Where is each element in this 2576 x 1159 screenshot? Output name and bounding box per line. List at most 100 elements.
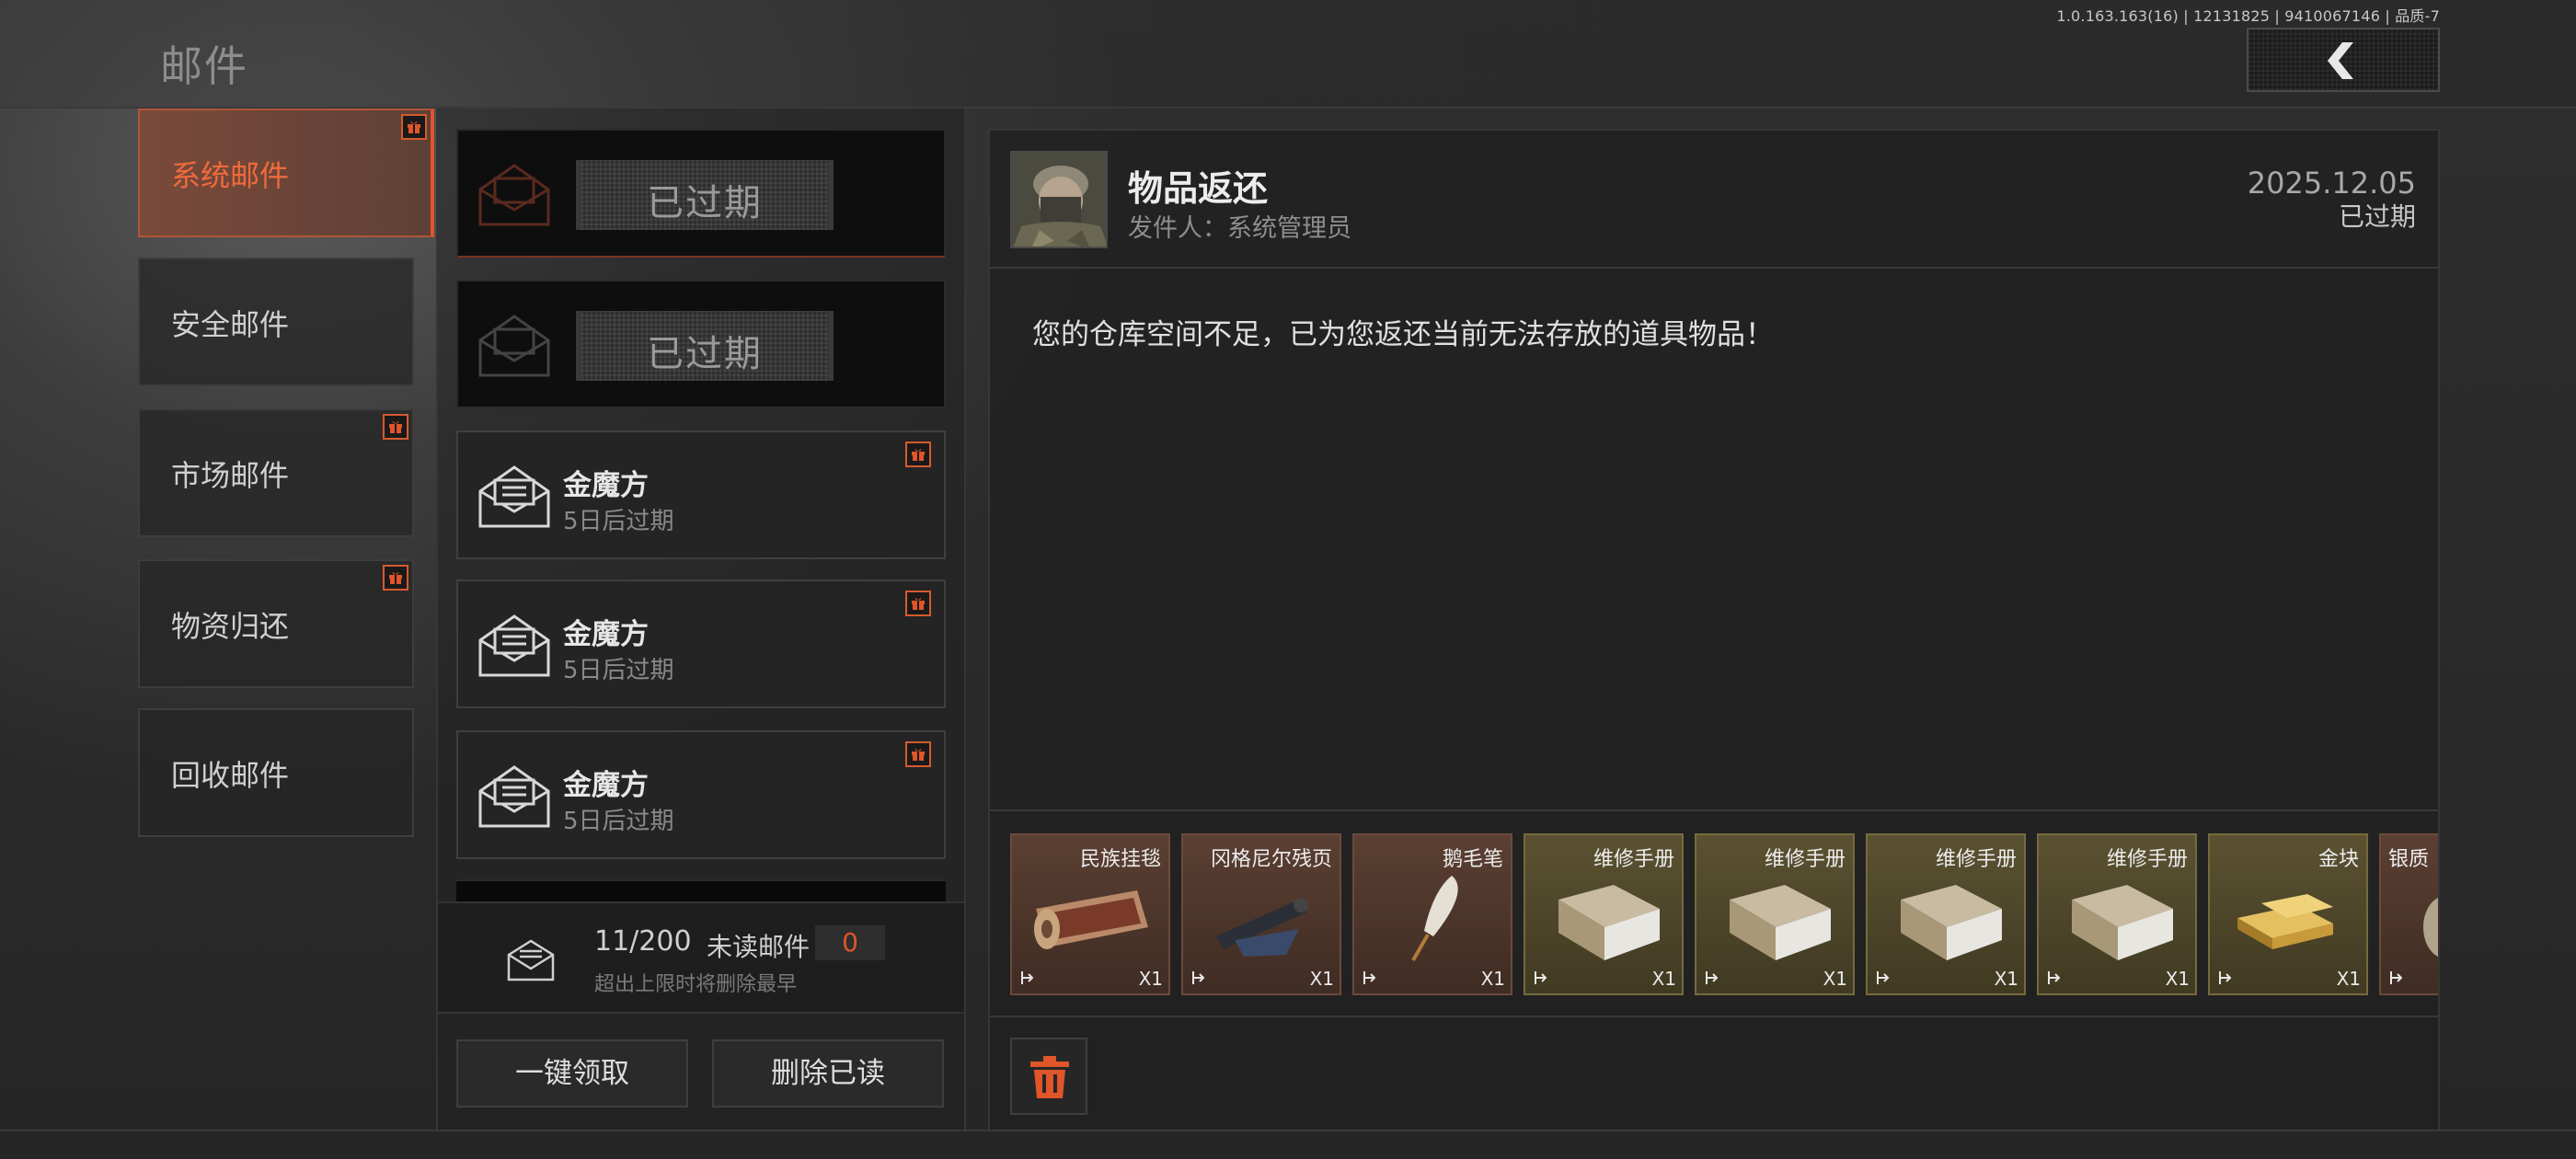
- gift-icon: [905, 591, 931, 616]
- gift-icon: [905, 442, 931, 467]
- mail-card-partial: [456, 879, 946, 901]
- mail-expiry: 5日后过期: [563, 508, 674, 535]
- manual-icon: [1901, 885, 2002, 960]
- reward-name: 维修手册: [1935, 848, 2017, 871]
- mail-expiry: 5日后过期: [563, 657, 674, 684]
- gift-icon: [383, 565, 408, 591]
- gold-bar-icon: [2237, 894, 2333, 949]
- category-label: 系统邮件: [171, 158, 290, 193]
- reward-name: 金块: [2317, 848, 2359, 871]
- reward-name: 维修手册: [1593, 848, 1674, 871]
- category-supply-return[interactable]: 物资归还: [138, 559, 414, 688]
- mail-card[interactable]: 已过期: [456, 129, 946, 258]
- reward-qty: X1: [1138, 968, 1163, 990]
- reward-qty: X1: [1823, 968, 1847, 990]
- link-icon: [1535, 971, 1547, 984]
- envelope-icon: [478, 164, 550, 226]
- mail-expiry: 5日后过期: [563, 808, 674, 835]
- mail-title: 金魔方: [563, 769, 649, 802]
- reward-item[interactable]: 维修手册 X1: [1524, 833, 1684, 995]
- manual-icon: [2072, 885, 2173, 960]
- expired-label: 已过期: [647, 333, 763, 375]
- category-market-mail[interactable]: 市场邮件: [138, 408, 414, 537]
- mail-card[interactable]: 金魔方 5日后过期: [456, 430, 946, 559]
- reward-name: 维修手册: [2106, 848, 2188, 871]
- link-icon: [2219, 971, 2232, 984]
- reward-item[interactable]: 维修手册 X1: [1695, 833, 1855, 995]
- link-icon: [1363, 971, 1376, 984]
- link-icon: [2048, 971, 2061, 984]
- mail-status: 已过期: [2338, 201, 2416, 232]
- manual-icon: [1730, 885, 1831, 960]
- reward-item[interactable]: 金块 X1: [2208, 833, 2368, 995]
- reward-name: 银质: [2388, 848, 2430, 871]
- version-info: 1.0.163.163(16) | 12131825 | 9410067146 …: [2056, 7, 2440, 25]
- avatar: [1010, 151, 1108, 248]
- mail-title: 金魔方: [563, 469, 649, 502]
- scroll-fragment-icon: [1216, 898, 1308, 957]
- category-label: 回收邮件: [171, 758, 290, 793]
- capacity-note: 超出上限时将删除最早: [594, 973, 798, 996]
- unread-label: 未读邮件: [707, 932, 811, 962]
- link-icon: [1021, 971, 1034, 984]
- rewards-strip[interactable]: 民族挂毯 X1 冈格尼尔残页 X1 鹅毛笔 X1 维修手册 X1 维修手册 X1…: [990, 809, 2438, 1017]
- expired-label: 已过期: [647, 182, 763, 224]
- gift-icon: [905, 741, 931, 767]
- reward-name: 民族挂毯: [1079, 848, 1161, 871]
- delete-read-button[interactable]: 删除已读: [712, 1039, 944, 1107]
- page-title: 邮件: [160, 41, 248, 91]
- reward-item[interactable]: 维修手册 X1: [1866, 833, 2026, 995]
- expired-overlay: 已过期: [576, 311, 834, 381]
- category-recycle-mail[interactable]: 回收邮件: [138, 708, 414, 837]
- claim-all-button[interactable]: 一键领取: [456, 1039, 688, 1107]
- mail-subject: 物品返还: [1128, 168, 1269, 209]
- reward-name: 冈格尼尔残页: [1210, 848, 1332, 871]
- reward-item[interactable]: 银质: [2379, 833, 2438, 995]
- category-system-mail[interactable]: 系统邮件: [138, 109, 434, 237]
- mailbox-icon: [507, 939, 555, 981]
- reward-item[interactable]: 鹅毛笔 X1: [1352, 833, 1512, 995]
- reward-qty: X1: [1309, 968, 1334, 990]
- reward-name: 鹅毛笔: [1442, 848, 1503, 871]
- chevron-left-icon: [2328, 42, 2353, 79]
- link-icon: [1877, 971, 1890, 984]
- reward-qty: X1: [2165, 968, 2190, 990]
- reward-qty: X1: [2336, 968, 2361, 990]
- envelope-icon: [478, 614, 550, 677]
- manual-icon: [1558, 885, 1660, 960]
- reward-name: 维修手册: [1764, 848, 1846, 871]
- reward-qty: X1: [1651, 968, 1676, 990]
- back-button[interactable]: [2247, 28, 2440, 92]
- envelope-icon: [478, 315, 550, 377]
- category-security-mail[interactable]: 安全邮件: [138, 258, 414, 386]
- delete-mail-button[interactable]: [1010, 1038, 1087, 1115]
- reward-qty: X1: [1480, 968, 1505, 990]
- gift-icon: [401, 114, 427, 140]
- quill-icon: [1411, 876, 1458, 961]
- link-icon: [1706, 971, 1719, 984]
- reward-item[interactable]: 民族挂毯 X1: [1010, 833, 1170, 995]
- reward-qty: X1: [1994, 968, 2018, 990]
- mail-count: 11/200: [594, 925, 692, 958]
- bottom-bar: [0, 1130, 2576, 1159]
- mail-card[interactable]: 金魔方 5日后过期: [456, 580, 946, 708]
- reward-item[interactable]: 维修手册 X1: [2037, 833, 2197, 995]
- reward-item[interactable]: 冈格尼尔残页 X1: [1181, 833, 1341, 995]
- gift-icon: [383, 414, 408, 440]
- mail-sender: 发件人：系统管理员: [1128, 214, 1351, 243]
- tapestry-icon: [1034, 890, 1148, 949]
- link-icon: [2390, 971, 2403, 984]
- mail-body: 您的仓库空间不足，已为您返还当前无法存放的道具物品！: [1032, 318, 1774, 351]
- unread-count: 0: [815, 925, 885, 960]
- mail-card[interactable]: 已过期: [456, 280, 946, 408]
- trash-icon: [1030, 1056, 1069, 1098]
- silver-item-icon: [2423, 897, 2438, 958]
- link-icon: [1192, 971, 1205, 984]
- category-label: 物资归还: [171, 609, 290, 644]
- category-label: 安全邮件: [171, 307, 290, 342]
- mailbox-count-panel: 11/200 未读邮件 0 超出上限时将删除最早: [438, 901, 964, 1014]
- mail-date: 2025.12.05: [2247, 166, 2416, 201]
- envelope-icon: [478, 765, 550, 828]
- mail-title: 金魔方: [563, 618, 649, 651]
- mail-card[interactable]: 金魔方 5日后过期: [456, 730, 946, 859]
